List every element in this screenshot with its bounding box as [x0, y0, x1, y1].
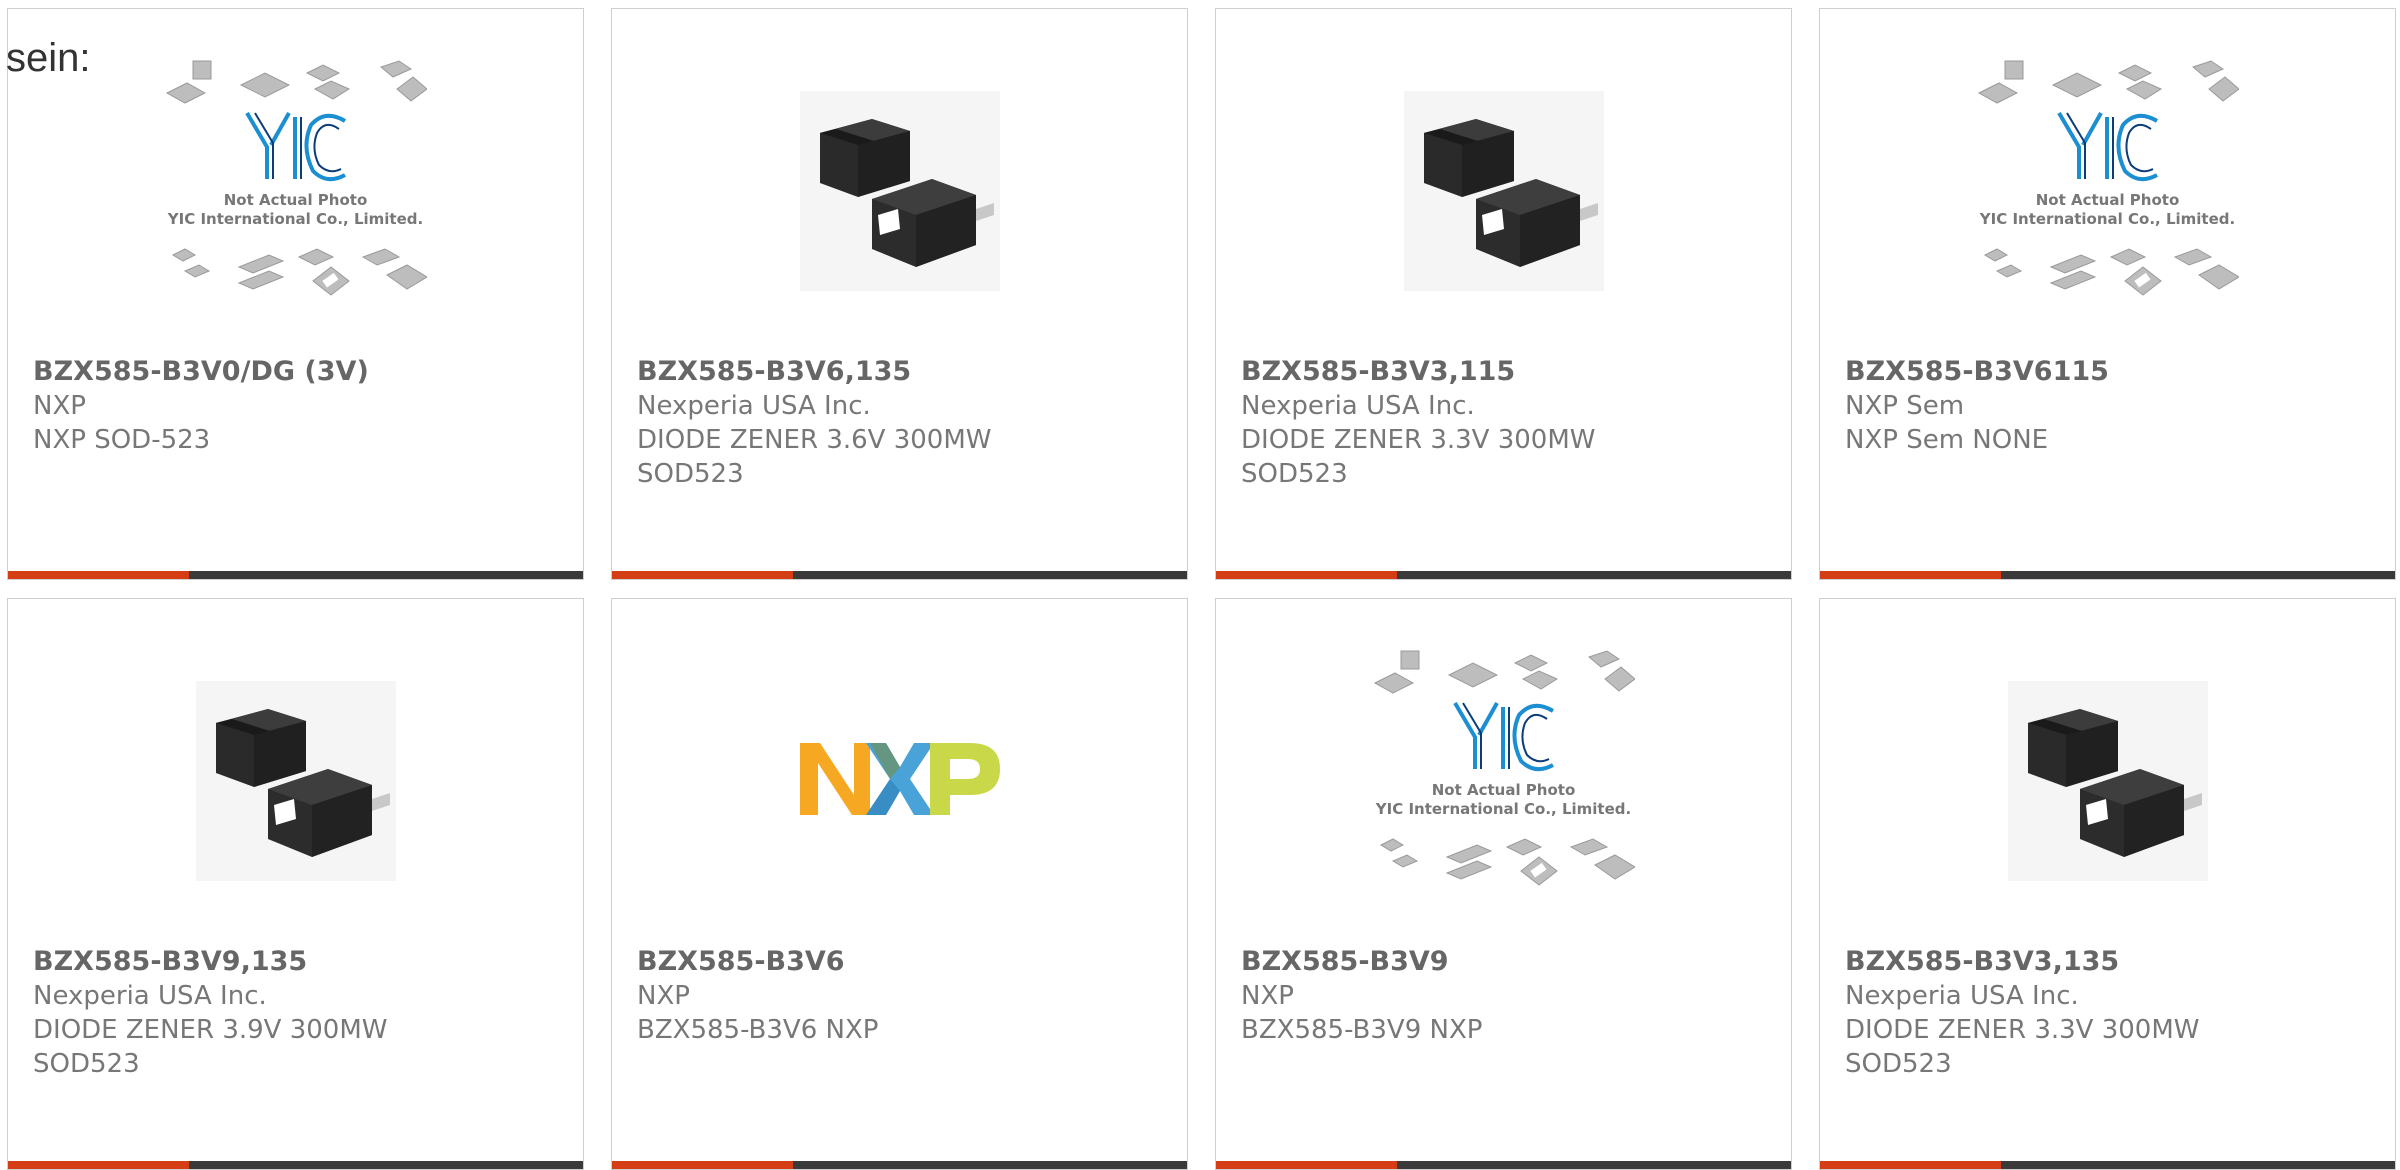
placeholder-image: Not Actual Photo YIC International Co., …	[1977, 59, 2240, 299]
description: DIODE ZENER 3.3V 300MW	[1845, 1015, 2200, 1045]
manufacturer: Nexperia USA Inc.	[1845, 981, 2079, 1011]
manufacturer: NXP Sem	[1845, 391, 1965, 421]
card-bottom-bar	[8, 571, 583, 579]
card-bottom-bar	[612, 1161, 1187, 1169]
placeholder-caption-2: YIC International Co., Limited.	[1979, 210, 2236, 228]
description: DIODE ZENER 3.9V 300MW	[33, 1015, 388, 1045]
yic-logo-icon	[2056, 111, 2158, 182]
card-bottom-bar	[1820, 571, 2395, 579]
card-bottom-bar	[1216, 571, 1791, 579]
placeholder-image: Not Actual Photo YIC International Co., …	[165, 59, 428, 299]
part-number[interactable]: BZX585-B3V6,135	[637, 355, 1177, 389]
card-bottom-bar	[612, 571, 1187, 579]
product-card[interactable]: BZX585-B3V3,115 Nexperia USA Inc. DIODE …	[1215, 8, 1792, 580]
placeholder-caption-1: Not Actual Photo	[2035, 191, 2180, 209]
intro-text: sein:	[6, 36, 91, 80]
placeholder-caption-2: YIC International Co., Limited.	[167, 210, 424, 228]
diode-image	[2007, 681, 2208, 881]
diode-image	[799, 91, 1000, 291]
card-bottom-bar	[8, 1161, 583, 1169]
manufacturer: Nexperia USA Inc.	[637, 391, 871, 421]
package: SOD523	[637, 459, 744, 489]
product-image[interactable]	[612, 59, 1187, 359]
part-number[interactable]: BZX585-B3V3,135	[1845, 945, 2385, 979]
yic-logo-icon	[244, 111, 346, 182]
card-bottom-bar	[1216, 1161, 1791, 1169]
product-card[interactable]: BZX585-B3V6,135 Nexperia USA Inc. DIODE …	[611, 8, 1188, 580]
placeholder-image: Not Actual Photo YIC International Co., …	[1373, 649, 1636, 889]
description: NXP Sem NONE	[1845, 425, 2049, 455]
package: SOD523	[33, 1049, 140, 1079]
manufacturer: NXP	[637, 981, 690, 1011]
package: SOD523	[1241, 459, 1348, 489]
part-number[interactable]: BZX585-B3V6115	[1845, 355, 2385, 389]
placeholder-caption-2: YIC International Co., Limited.	[1375, 800, 1632, 818]
product-image[interactable]: Not Actual Photo YIC International Co., …	[8, 59, 583, 359]
product-card[interactable]: BZX585-B3V6 NXP BZX585-B3V6 NXP	[611, 598, 1188, 1170]
part-number[interactable]: BZX585-B3V9,135	[33, 945, 573, 979]
part-number[interactable]: BZX585-B3V3,115	[1241, 355, 1781, 389]
nxp-logo-icon	[799, 743, 1000, 815]
card-bottom-bar	[1820, 1161, 2395, 1169]
product-card[interactable]: Not Actual Photo YIC International Co., …	[1215, 598, 1792, 1170]
manufacturer: Nexperia USA Inc.	[33, 981, 267, 1011]
product-card[interactable]: Not Actual Photo YIC International Co., …	[7, 8, 584, 580]
product-image[interactable]: Not Actual Photo YIC International Co., …	[1820, 59, 2395, 359]
diode-image	[1403, 91, 1604, 291]
part-number[interactable]: BZX585-B3V6	[637, 945, 1177, 979]
placeholder-caption-1: Not Actual Photo	[1431, 781, 1576, 799]
manufacturer: Nexperia USA Inc.	[1241, 391, 1475, 421]
placeholder-caption-1: Not Actual Photo	[223, 191, 368, 209]
description: BZX585-B3V9 NXP	[1241, 1015, 1483, 1045]
product-image[interactable]: Not Actual Photo YIC International Co., …	[1216, 649, 1791, 949]
description: DIODE ZENER 3.6V 300MW	[637, 425, 992, 455]
part-number[interactable]: BZX585-B3V0/DG (3V)	[33, 355, 573, 389]
yic-logo-icon	[1452, 701, 1554, 772]
description: BZX585-B3V6 NXP	[637, 1015, 879, 1045]
product-card[interactable]: BZX585-B3V3,135 Nexperia USA Inc. DIODE …	[1819, 598, 2396, 1170]
description: DIODE ZENER 3.3V 300MW	[1241, 425, 1596, 455]
product-card[interactable]: Not Actual Photo YIC International Co., …	[1819, 8, 2396, 580]
product-card[interactable]: BZX585-B3V9,135 Nexperia USA Inc. DIODE …	[7, 598, 584, 1170]
description: NXP SOD-523	[33, 425, 211, 455]
product-image[interactable]	[1820, 649, 2395, 949]
product-image[interactable]	[612, 649, 1187, 949]
product-image[interactable]	[8, 649, 583, 949]
product-image[interactable]	[1216, 59, 1791, 359]
package: SOD523	[1845, 1049, 1952, 1079]
part-number[interactable]: BZX585-B3V9	[1241, 945, 1781, 979]
diode-image	[195, 681, 396, 881]
manufacturer: NXP	[1241, 981, 1294, 1011]
manufacturer: NXP	[33, 391, 86, 421]
